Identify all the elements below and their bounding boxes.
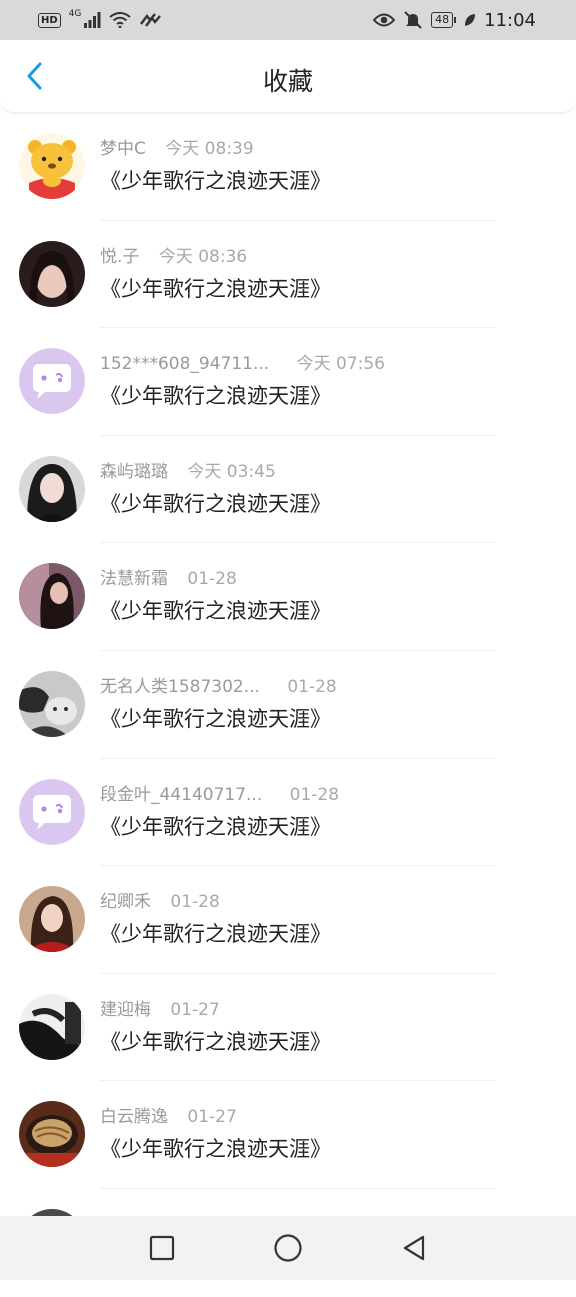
navigation-bar — [0, 1216, 576, 1280]
item-content[interactable]: 《少年歌行之浪迹天涯》 — [100, 380, 331, 410]
nav-back-button[interactable] — [394, 1228, 434, 1268]
photo-avatar — [19, 563, 85, 630]
network-type: 4G — [68, 9, 82, 19]
item-content[interactable]: 《少年歌行之浪迹天涯》 — [100, 1133, 331, 1163]
user-name[interactable]: 梦中C — [100, 134, 146, 159]
back-icon — [403, 1235, 425, 1261]
list-item[interactable]: 纪卿禾 01-28 《少年歌行之浪迹天涯》 — [0, 866, 576, 974]
avatar[interactable] — [19, 563, 85, 630]
avatar[interactable] — [19, 670, 85, 737]
item-meta: 无名人类1587302... 01-28 — [100, 672, 337, 697]
avatar[interactable] — [19, 993, 85, 1060]
item-meta: 森屿璐璐 今天 03:45 — [100, 457, 276, 482]
status-bar: HD 4G 48 11:04 — [0, 0, 576, 40]
avatar[interactable] — [19, 133, 85, 199]
timestamp: 01-27 — [187, 1107, 237, 1128]
clock: 11:04 — [484, 9, 536, 31]
mute-icon — [404, 11, 422, 29]
page-title: 收藏 — [262, 67, 313, 96]
list-item[interactable]: 梦中C 今天 08:39 《少年歌行之浪迹天涯》 — [0, 113, 576, 221]
signal-icon — [84, 12, 101, 28]
user-name[interactable]: 段金叶_44140717... — [100, 780, 262, 805]
item-content[interactable]: 《少年歌行之浪迹天涯》 — [100, 703, 331, 733]
status-left: HD 4G — [38, 9, 162, 28]
eye-icon — [373, 13, 396, 27]
list-item[interactable]: 悦.子 今天 08:36 《少年歌行之浪迹天涯》 — [0, 221, 576, 329]
item-content[interactable]: 《少年歌行之浪迹天涯》 — [100, 1026, 331, 1056]
item-meta: 段金叶_44140717... 01-28 — [100, 780, 339, 805]
status-right: 48 11:04 — [373, 10, 536, 31]
item-meta: 152***608_94711... 今天 07:56 — [100, 349, 385, 374]
item-content[interactable]: 《少年歌行之浪迹天涯》 — [100, 165, 331, 195]
item-meta: 悦.子 今天 08:36 — [100, 242, 247, 267]
battery-icon: 48 — [431, 12, 457, 28]
item-content[interactable]: 《少年歌行之浪迹天涯》 — [100, 918, 331, 948]
avatar[interactable] — [19, 1101, 85, 1168]
item-content[interactable]: 《少年歌行之浪迹天涯》 — [100, 273, 331, 303]
user-name[interactable]: 森屿璐璐 — [100, 457, 168, 482]
recent-apps-icon — [149, 1235, 175, 1261]
timestamp: 今天 08:39 — [165, 139, 254, 159]
timestamp: 01-27 — [170, 999, 220, 1020]
list-item[interactable]: 法慧新霜 01-28 《少年歌行之浪迹天涯》 — [0, 543, 576, 651]
timestamp: 今天 08:36 — [158, 246, 248, 267]
hd-icon: HD — [38, 12, 61, 28]
item-meta: 纪卿禾 01-28 — [100, 887, 220, 912]
list-item[interactable]: 建迎梅 01-27 《少年歌行之浪迹天涯》 — [0, 974, 576, 1082]
timestamp: 01-28 — [287, 676, 337, 697]
home-button[interactable] — [268, 1228, 308, 1268]
timestamp: 01-28 — [187, 569, 237, 590]
data-saver-icon — [140, 13, 162, 27]
user-name[interactable]: 纪卿禾 — [100, 887, 151, 912]
list-item[interactable]: 段金叶_44140717... 01-28 《少年歌行之浪迹天涯》 — [0, 759, 576, 867]
photo-avatar — [19, 886, 85, 953]
timestamp: 01-28 — [289, 784, 340, 805]
timestamp: 今天 03:45 — [187, 461, 276, 482]
list-item[interactable]: 152***608_94711... 今天 07:56 《少年歌行之浪迹天涯》 — [0, 328, 576, 436]
battery-level: 48 — [431, 12, 454, 28]
item-meta: 建迎梅 01-27 — [100, 995, 220, 1020]
default-chat-avatar-icon — [19, 778, 85, 845]
wifi-icon — [109, 12, 131, 28]
item-meta: 梦中C 今天 08:39 — [100, 134, 254, 159]
user-name[interactable]: 152***608_94711... — [100, 354, 269, 374]
item-content[interactable]: 《少年歌行之浪迹天涯》 — [100, 595, 331, 625]
timestamp: 今天 07:56 — [296, 354, 385, 375]
avatar[interactable] — [19, 348, 85, 415]
timestamp: 01-28 — [170, 892, 220, 913]
user-name[interactable]: 建迎梅 — [100, 995, 151, 1020]
user-name[interactable]: 无名人类1587302... — [100, 672, 260, 697]
item-meta: 白云腾逸 01-27 — [100, 1102, 237, 1127]
list-item[interactable]: 白云腾逸 01-27 《少年歌行之浪迹天涯》 — [0, 1081, 576, 1189]
photo-avatar — [19, 240, 85, 307]
leaf-icon — [465, 14, 476, 26]
list-item[interactable]: 无名人类1587302... 01-28 《少年歌行之浪迹天涯》 — [0, 651, 576, 759]
recent-apps-button[interactable] — [142, 1228, 182, 1268]
user-name[interactable]: 白云腾逸 — [100, 1102, 168, 1127]
list-item[interactable]: 森屿璐璐 今天 03:45 《少年歌行之浪迹天涯》 — [0, 436, 576, 544]
bear-avatar-icon — [19, 133, 85, 199]
user-name[interactable]: 悦.子 — [100, 242, 139, 267]
photo-avatar — [19, 993, 85, 1060]
item-meta: 法慧新霜 01-28 — [100, 564, 237, 589]
photo-avatar — [19, 1101, 85, 1168]
avatar[interactable] — [19, 455, 85, 522]
avatar[interactable] — [19, 240, 85, 307]
user-name[interactable]: 法慧新霜 — [100, 564, 168, 589]
header: 收藏 — [0, 40, 576, 113]
photo-avatar — [19, 670, 85, 737]
item-content[interactable]: 《少年歌行之浪迹天涯》 — [100, 811, 331, 841]
home-icon — [274, 1234, 302, 1262]
photo-avatar — [19, 455, 85, 522]
avatar[interactable] — [19, 778, 85, 845]
avatar[interactable] — [19, 886, 85, 953]
default-chat-avatar-icon — [19, 348, 85, 415]
favorites-list: 梦中C 今天 08:39 《少年歌行之浪迹天涯》 悦.子 今天 08:36 《少… — [0, 113, 576, 1297]
item-content[interactable]: 《少年歌行之浪迹天涯》 — [100, 488, 331, 518]
